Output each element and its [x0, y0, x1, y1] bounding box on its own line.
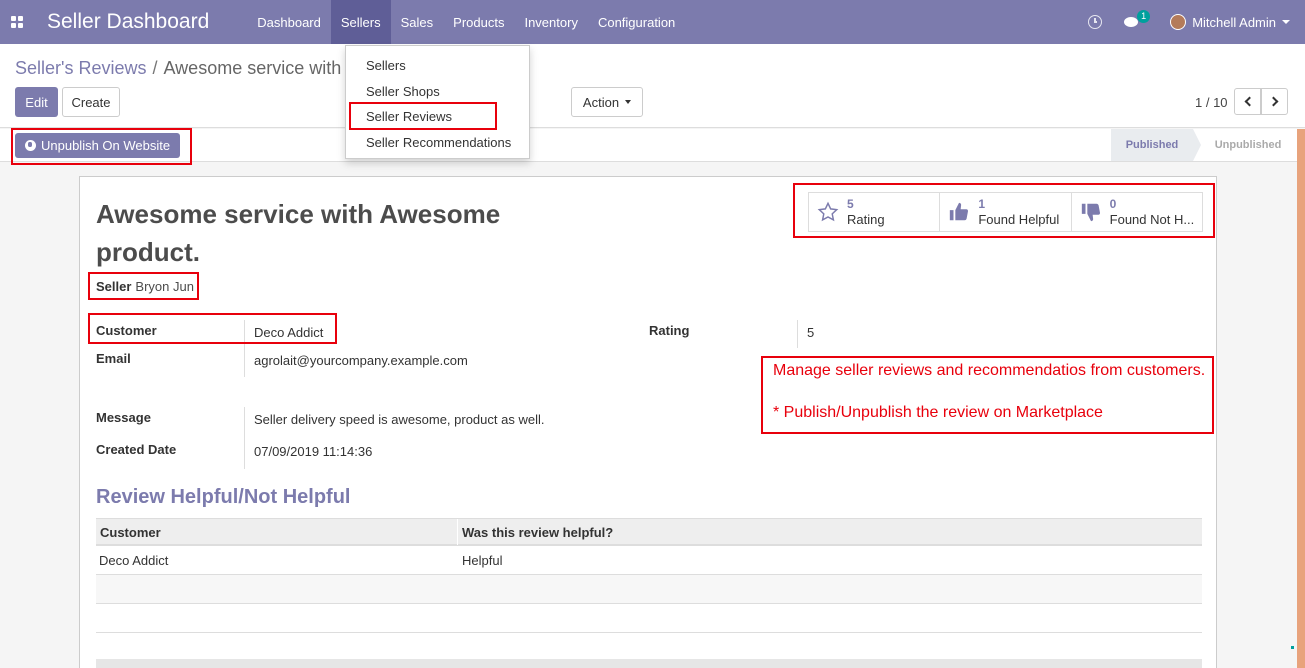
message-label: Message: [96, 410, 151, 425]
row-helpful: Helpful: [462, 553, 503, 568]
corner-indicator: [1291, 646, 1294, 649]
table-row[interactable]: Deco Addict Helpful: [96, 546, 1202, 575]
create-button[interactable]: Create: [62, 87, 120, 117]
menu-configuration[interactable]: Configuration: [588, 0, 685, 44]
record-title: Awesome service with Awesome product.: [96, 199, 501, 267]
annotation-box-smart-buttons: [793, 183, 1215, 238]
field-divider: [797, 320, 798, 348]
pager-previous-button[interactable]: [1234, 88, 1261, 115]
helpful-section-title: Review Helpful/Not Helpful: [96, 486, 351, 508]
right-edge-stripe: [1297, 129, 1305, 668]
breadcrumb: Seller's Reviews / Awesome service with: [15, 58, 341, 79]
annotation-line-1: Manage seller reviews and recommendatios…: [773, 362, 1206, 379]
table-footer: [96, 659, 1202, 668]
breadcrumb-parent[interactable]: Seller's Reviews: [15, 58, 146, 78]
menu-inventory[interactable]: Inventory: [514, 0, 587, 44]
dropdown-item-sellers[interactable]: Sellers: [366, 58, 406, 73]
message-value: Seller delivery speed is awesome, produc…: [254, 412, 545, 427]
table-row-empty: [96, 575, 1202, 604]
chevron-down-icon[interactable]: [1282, 20, 1290, 24]
menu-sellers[interactable]: Sellers: [330, 0, 391, 44]
dropdown-item-seller-shops[interactable]: Seller Shops: [366, 84, 440, 99]
annotation-box-seller-reviews: [349, 102, 497, 130]
apps-menu-icon[interactable]: [2, 0, 32, 44]
breadcrumb-separator: /: [152, 58, 158, 78]
email-value[interactable]: agrolait@yourcompany.example.com: [254, 353, 468, 368]
action-label: Action: [582, 94, 620, 110]
chevron-right-icon: [1268, 96, 1278, 107]
chat-icon[interactable]: 1: [1124, 10, 1151, 29]
created-date-label: Created Date: [96, 442, 177, 457]
rating-value: 5: [807, 325, 815, 340]
main-menu: Dashboard Sellers Sales Products Invento…: [247, 0, 685, 44]
action-dropdown-button[interactable]: Action: [571, 87, 643, 117]
annotation-box-unpublish: [11, 128, 192, 165]
activity-clock-icon[interactable]: [1088, 15, 1103, 29]
top-navbar: Seller Dashboard Dashboard Sellers Sales…: [0, 0, 1305, 44]
row-customer: Deco Addict: [99, 553, 169, 568]
menu-dashboard[interactable]: Dashboard: [247, 0, 331, 44]
status-bar: Unpublish On Website Published Unpublish…: [0, 129, 1297, 162]
stage-published[interactable]: Published: [1111, 129, 1201, 161]
helpful-table: Customer Was this review helpful? Deco A…: [96, 518, 1202, 668]
annotation-box-customer: [88, 313, 337, 344]
pager-value[interactable]: 1 / 10: [1195, 95, 1228, 110]
navbar-right: 1 Mitchell Admin: [1088, 0, 1305, 44]
chat-badge: 1: [1137, 10, 1151, 23]
annotation-box-seller: [88, 272, 199, 300]
annotation-line-2: * Publish/Unpublish the review on Market…: [773, 404, 1103, 421]
chevron-left-icon: [1244, 96, 1254, 107]
dropdown-item-seller-recommendations[interactable]: Seller Recommendations: [366, 135, 511, 150]
user-menu[interactable]: Mitchell Admin: [1192, 15, 1276, 30]
caret-down-icon: [625, 100, 632, 104]
avatar[interactable]: [1170, 14, 1187, 30]
table-row-empty: [96, 604, 1202, 633]
stage-unpublished[interactable]: Unpublished: [1203, 129, 1293, 161]
edit-button[interactable]: Edit: [15, 87, 58, 117]
app-brand: Seller Dashboard: [47, 10, 210, 33]
column-customer[interactable]: Customer: [100, 525, 161, 540]
created-date-value: 07/09/2019 11:14:36: [254, 444, 373, 459]
menu-products[interactable]: Products: [443, 0, 514, 44]
email-label: Email: [96, 351, 131, 366]
table-header: Customer Was this review helpful?: [96, 518, 1202, 546]
column-helpful[interactable]: Was this review helpful?: [462, 525, 613, 540]
column-divider: [457, 519, 458, 545]
field-divider: [244, 407, 245, 469]
rating-label: Rating: [649, 323, 690, 338]
breadcrumb-current: Awesome service with: [163, 58, 342, 78]
menu-sales[interactable]: Sales: [391, 0, 444, 44]
control-panel: Seller's Reviews / Awesome service with Ed…: [0, 44, 1305, 128]
pager-next-button[interactable]: [1261, 88, 1288, 115]
